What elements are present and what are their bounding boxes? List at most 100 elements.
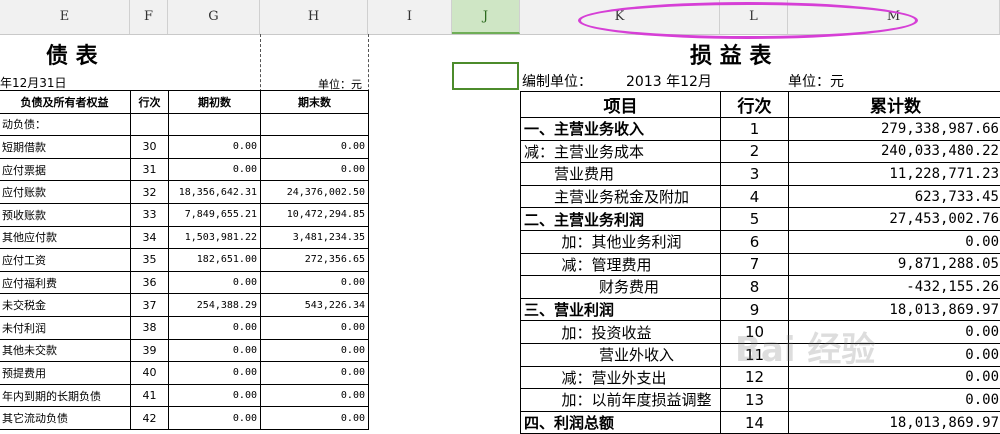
column-header-f[interactable]: F — [130, 0, 168, 34]
cell-line[interactable]: 6 — [721, 230, 789, 253]
cell-begin[interactable]: 0.00 — [169, 407, 261, 430]
cell-value[interactable]: 623,733.45 — [789, 185, 1000, 208]
cell-name[interactable]: 短期借款 — [0, 136, 131, 159]
cell-line[interactable]: 34 — [131, 226, 169, 249]
cell-name[interactable]: 年内到期的长期负债 — [0, 384, 131, 407]
cell-line[interactable]: 30 — [131, 136, 169, 159]
cell[interactable] — [169, 113, 261, 136]
cell-name[interactable]: 未交税金 — [0, 294, 131, 317]
cell-end[interactable]: 0.00 — [261, 271, 369, 294]
cell-line[interactable]: 2 — [721, 140, 789, 163]
column-header-h[interactable]: H — [260, 0, 368, 34]
cell-name[interactable]: 三、营业利润 — [521, 298, 721, 321]
cell-line[interactable]: 42 — [131, 407, 169, 430]
cell-value[interactable]: 279,338,987.66 — [789, 118, 1000, 141]
cell-end[interactable]: 0.00 — [261, 158, 369, 181]
cell-line[interactable]: 41 — [131, 384, 169, 407]
cell-name[interactable]: 减：主营业务成本 — [521, 140, 721, 163]
cell-end[interactable]: 272,356.65 — [261, 249, 369, 272]
cell-line[interactable]: 5 — [721, 208, 789, 231]
cell-name[interactable]: 一、主营业务收入 — [521, 118, 721, 141]
cell-name[interactable]: 减：营业外支出 — [521, 366, 721, 389]
cell-end[interactable]: 0.00 — [261, 136, 369, 159]
cell-end[interactable]: 3,481,234.35 — [261, 226, 369, 249]
cell-begin[interactable]: 0.00 — [169, 339, 261, 362]
cell-begin[interactable]: 182,651.00 — [169, 249, 261, 272]
cell-end[interactable]: 24,376,002.50 — [261, 181, 369, 204]
header-cell[interactable]: 负债及所有者权益 — [0, 91, 131, 114]
cell-value[interactable]: 0.00 — [789, 230, 1000, 253]
cell-name[interactable]: 加：以前年度损益调整 — [521, 389, 721, 412]
cell-name[interactable]: 减：管理费用 — [521, 253, 721, 276]
cell-begin[interactable]: 0.00 — [169, 136, 261, 159]
cell-name[interactable]: 二、主营业务利润 — [521, 208, 721, 231]
cell-line[interactable]: 36 — [131, 271, 169, 294]
cell-begin[interactable]: 0.00 — [169, 362, 261, 385]
column-header-e[interactable]: E — [0, 0, 130, 34]
cell-name[interactable]: 其他应付款 — [0, 226, 131, 249]
cell-begin[interactable]: 18,356,642.31 — [169, 181, 261, 204]
header-cell[interactable]: 期初数 — [169, 91, 261, 114]
cell-name[interactable]: 财务费用 — [521, 276, 721, 299]
cell-line[interactable]: 33 — [131, 203, 169, 226]
cell-value[interactable]: 0.00 — [789, 389, 1000, 412]
cell-value[interactable]: 18,013,869.97 — [789, 298, 1000, 321]
cell-line[interactable]: 1 — [721, 118, 789, 141]
cell-end[interactable]: 10,472,294.85 — [261, 203, 369, 226]
cell-end[interactable]: 543,226.34 — [261, 294, 369, 317]
cell-end[interactable]: 0.00 — [261, 339, 369, 362]
cell-begin[interactable]: 0.00 — [169, 384, 261, 407]
cell-line[interactable]: 7 — [721, 253, 789, 276]
header-cell[interactable]: 累计数 — [789, 92, 1000, 118]
cell-value[interactable]: 11,228,771.23 — [789, 163, 1000, 186]
cell-end[interactable]: 0.00 — [261, 362, 369, 385]
cell-begin[interactable]: 0.00 — [169, 271, 261, 294]
cell-line[interactable]: 8 — [721, 276, 789, 299]
cell-line[interactable]: 35 — [131, 249, 169, 272]
cell-line[interactable]: 9 — [721, 298, 789, 321]
selected-cell[interactable] — [452, 62, 519, 90]
cell-line[interactable]: 39 — [131, 339, 169, 362]
column-header-g[interactable]: G — [168, 0, 260, 34]
cell-name[interactable]: 加：投资收益 — [521, 321, 721, 344]
section-label-cell[interactable]: 动负债： — [0, 113, 131, 136]
header-cell[interactable]: 行次 — [721, 92, 789, 118]
cell-value[interactable]: 27,453,002.76 — [789, 208, 1000, 231]
cell-line[interactable]: 4 — [721, 185, 789, 208]
column-header-j[interactable]: J — [452, 0, 520, 34]
cell-name[interactable]: 预收账款 — [0, 203, 131, 226]
cell-value[interactable]: 240,033,480.22 — [789, 140, 1000, 163]
cell-name[interactable]: 营业外收入 — [521, 343, 721, 366]
cell-line[interactable]: 31 — [131, 158, 169, 181]
cell-name[interactable]: 未付利润 — [0, 316, 131, 339]
cell-line[interactable]: 32 — [131, 181, 169, 204]
cell-begin[interactable]: 1,503,981.22 — [169, 226, 261, 249]
cell-name[interactable]: 其他未交款 — [0, 339, 131, 362]
cell-end[interactable]: 0.00 — [261, 316, 369, 339]
cell-end[interactable]: 0.00 — [261, 407, 369, 430]
column-header-i[interactable]: I — [368, 0, 452, 34]
header-cell[interactable]: 项目 — [521, 92, 721, 118]
cell-value[interactable]: -432,155.26 — [789, 276, 1000, 299]
cell-line[interactable]: 40 — [131, 362, 169, 385]
cell-line[interactable]: 3 — [721, 163, 789, 186]
cell-name[interactable]: 应付工资 — [0, 249, 131, 272]
cell-end[interactable]: 0.00 — [261, 384, 369, 407]
cell-name[interactable]: 营业费用 — [521, 163, 721, 186]
cell-begin[interactable]: 0.00 — [169, 158, 261, 181]
cell-name[interactable]: 主营业务税金及附加 — [521, 185, 721, 208]
cell-name[interactable]: 应付福利费 — [0, 271, 131, 294]
cell-begin[interactable]: 254,388.29 — [169, 294, 261, 317]
cell-begin[interactable]: 7,849,655.21 — [169, 203, 261, 226]
cell-begin[interactable]: 0.00 — [169, 316, 261, 339]
header-cell[interactable]: 期末数 — [261, 91, 369, 114]
header-cell[interactable]: 行次 — [131, 91, 169, 114]
cell[interactable] — [131, 113, 169, 136]
cell-name[interactable]: 预提费用 — [0, 362, 131, 385]
cell-name[interactable]: 加：其他业务利润 — [521, 230, 721, 253]
cell-name[interactable]: 应付票据 — [0, 158, 131, 181]
cell-name[interactable]: 应付账款 — [0, 181, 131, 204]
cell[interactable] — [261, 113, 369, 136]
cell-line[interactable]: 37 — [131, 294, 169, 317]
cell-line[interactable]: 13 — [721, 389, 789, 412]
